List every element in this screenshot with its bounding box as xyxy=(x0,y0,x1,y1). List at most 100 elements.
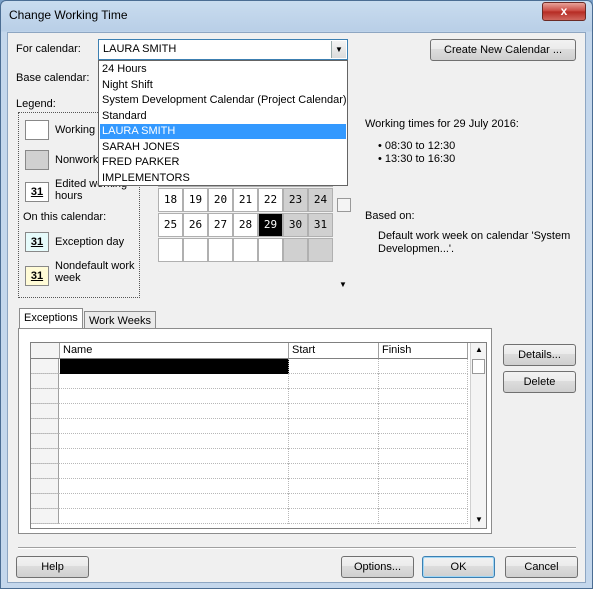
legend-working: Working xyxy=(55,124,96,136)
calendar-day[interactable] xyxy=(283,238,308,262)
calendar-day[interactable]: 25 xyxy=(158,213,183,237)
calendar-day[interactable]: 27 xyxy=(208,213,233,237)
title-bar[interactable]: Change Working Time x xyxy=(1,1,592,31)
table-scroll-thumb[interactable] xyxy=(472,359,485,374)
table-cell[interactable] xyxy=(60,494,289,509)
table-cell[interactable] xyxy=(60,374,289,389)
table-scrollbar[interactable]: ▲ ▼ xyxy=(470,343,486,528)
table-cell[interactable] xyxy=(60,479,289,494)
calendar-option[interactable]: Night Shift xyxy=(100,78,346,93)
table-cell[interactable] xyxy=(60,509,289,524)
table-row[interactable] xyxy=(31,509,468,524)
calendar-day[interactable] xyxy=(183,238,208,262)
table-cell[interactable] xyxy=(60,389,289,404)
table-row[interactable] xyxy=(31,479,468,494)
calendar-day[interactable]: 31 xyxy=(308,213,333,237)
calendar-day[interactable] xyxy=(308,238,333,262)
calendar-day[interactable]: 22 xyxy=(258,188,283,212)
table-cell[interactable] xyxy=(289,464,379,479)
table-cell[interactable] xyxy=(379,359,468,374)
table-cell[interactable] xyxy=(379,449,468,464)
table-cell[interactable] xyxy=(379,404,468,419)
calendar-day[interactable]: 24 xyxy=(308,188,333,212)
table-row[interactable] xyxy=(31,419,468,434)
calendar-day[interactable]: 30 xyxy=(283,213,308,237)
table-cell[interactable] xyxy=(289,479,379,494)
calendar-option[interactable]: FRED PARKER xyxy=(100,155,346,170)
calendar-day[interactable]: 19 xyxy=(183,188,208,212)
table-cell[interactable] xyxy=(60,419,289,434)
column-header-start[interactable]: Start xyxy=(289,343,379,359)
calendar-option[interactable]: Standard xyxy=(100,109,346,124)
table-cell[interactable] xyxy=(60,449,289,464)
dialog-body: For calendar: LAURA SMITH ▼ Create New C… xyxy=(7,32,586,583)
for-calendar-combobox[interactable]: LAURA SMITH ▼ xyxy=(98,39,348,60)
table-row[interactable] xyxy=(31,449,468,464)
calendar-option[interactable]: SARAH JONES xyxy=(100,140,346,155)
options-button[interactable]: Options... xyxy=(341,556,414,578)
calendar-day[interactable]: 18 xyxy=(158,188,183,212)
table-cell[interactable] xyxy=(379,434,468,449)
table-cell[interactable] xyxy=(379,389,468,404)
table-cell[interactable] xyxy=(289,434,379,449)
column-header-name[interactable]: Name xyxy=(60,343,289,359)
table-cell[interactable] xyxy=(289,419,379,434)
help-button[interactable]: Help xyxy=(16,556,89,578)
chevron-down-icon[interactable]: ▼ xyxy=(331,41,346,58)
calendar-day[interactable] xyxy=(233,238,258,262)
table-row[interactable] xyxy=(31,404,468,419)
table-cell[interactable] xyxy=(379,494,468,509)
details-button[interactable]: Details... xyxy=(503,344,576,366)
table-cell[interactable] xyxy=(289,509,379,524)
calendar-scroll-thumb[interactable] xyxy=(337,198,351,212)
legend-exception-day: Exception day xyxy=(55,236,125,248)
table-cell[interactable] xyxy=(379,509,468,524)
table-cell[interactable] xyxy=(60,434,289,449)
calendar-day[interactable]: 29 xyxy=(258,213,283,237)
table-row[interactable] xyxy=(31,374,468,389)
scroll-up-arrow-icon[interactable]: ▲ xyxy=(475,345,483,354)
table-cell[interactable] xyxy=(60,464,289,479)
cancel-button[interactable]: Cancel xyxy=(505,556,578,578)
calendar-day[interactable] xyxy=(258,238,283,262)
calendar-day[interactable]: 21 xyxy=(233,188,258,212)
column-header-finish[interactable]: Finish xyxy=(379,343,468,359)
calendar-option[interactable]: 24 Hours xyxy=(100,62,346,77)
table-row[interactable] xyxy=(31,389,468,404)
table-cell[interactable] xyxy=(379,464,468,479)
table-cell[interactable] xyxy=(60,359,289,374)
calendar-option[interactable]: System Development Calendar (Project Cal… xyxy=(100,93,347,108)
calendar-day[interactable]: 28 xyxy=(233,213,258,237)
calendar-day[interactable]: 23 xyxy=(283,188,308,212)
table-cell[interactable] xyxy=(289,359,379,374)
table-row[interactable] xyxy=(31,359,468,374)
for-calendar-label: For calendar: xyxy=(16,43,81,55)
table-cell[interactable] xyxy=(60,404,289,419)
table-cell[interactable] xyxy=(289,389,379,404)
table-cell[interactable] xyxy=(289,374,379,389)
edited-hours-swatch: 31 xyxy=(25,182,49,202)
table-row[interactable] xyxy=(31,464,468,479)
ok-button[interactable]: OK xyxy=(422,556,495,578)
calendar-day[interactable]: 26 xyxy=(183,213,208,237)
create-new-calendar-button[interactable]: Create New Calendar ... xyxy=(430,39,576,61)
calendar-day[interactable] xyxy=(208,238,233,262)
scroll-down-arrow-icon[interactable]: ▼ xyxy=(339,280,347,289)
calendar-day[interactable] xyxy=(158,238,183,262)
table-cell[interactable] xyxy=(379,419,468,434)
delete-button[interactable]: Delete xyxy=(503,371,576,393)
calendar-option[interactable]: LAURA SMITH xyxy=(100,124,346,139)
close-button[interactable]: x xyxy=(542,2,586,21)
table-cell[interactable] xyxy=(379,374,468,389)
nonworking-swatch xyxy=(25,150,49,170)
scroll-down-arrow-icon[interactable]: ▼ xyxy=(475,515,483,524)
table-row[interactable] xyxy=(31,494,468,509)
calendar-day[interactable]: 20 xyxy=(208,188,233,212)
table-cell[interactable] xyxy=(379,479,468,494)
calendar-option[interactable]: IMPLEMENTORS xyxy=(100,171,346,186)
table-row[interactable] xyxy=(31,434,468,449)
based-on-text-line1: Default work week on calendar 'System xyxy=(378,230,571,242)
table-cell[interactable] xyxy=(289,404,379,419)
table-cell[interactable] xyxy=(289,494,379,509)
table-cell[interactable] xyxy=(289,449,379,464)
